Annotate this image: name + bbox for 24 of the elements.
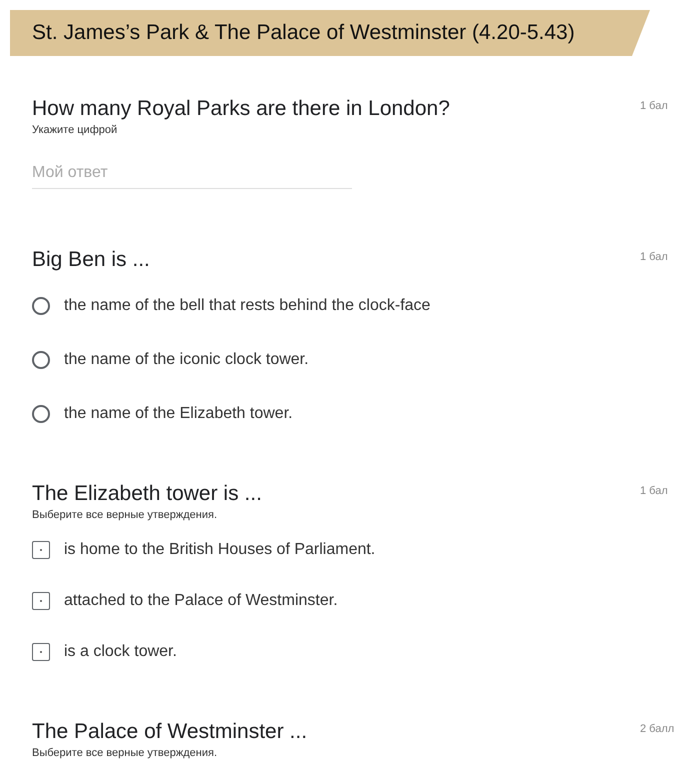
- radio-button[interactable]: [32, 405, 50, 423]
- points-label: 1 бал: [640, 485, 669, 497]
- option-label: is a clock tower.: [64, 643, 177, 661]
- option-label: is home to the British Houses of Parliament.: [64, 541, 376, 559]
- option-label: the name of the iconic clock tower.: [64, 351, 309, 369]
- question-title: The Elizabeth tower is ...: [32, 481, 262, 507]
- section-title: St. James’s Park & The Palace of Westminster (4.20-5.43): [32, 21, 575, 45]
- points-label: 2 балл: [640, 723, 676, 735]
- checkbox[interactable]: [32, 592, 50, 610]
- question-title: The Palace of Westminster ...: [32, 719, 308, 745]
- question-title: Big Ben is ...: [32, 247, 150, 273]
- checkbox[interactable]: [32, 541, 50, 559]
- radio-button[interactable]: [32, 351, 50, 369]
- points-label: 1 бал: [640, 251, 669, 263]
- question-hint: Укажите цифрой: [32, 124, 118, 136]
- radio-button[interactable]: [32, 297, 50, 315]
- points-label: 1 бал: [640, 100, 669, 112]
- option-label: the name of the bell that rests behind the clock-face: [64, 297, 430, 315]
- option-label: attached to the Palace of Westminster.: [64, 592, 338, 610]
- question-hint: Выберите все верные утверждения.: [32, 509, 218, 521]
- option-label: the name of the Elizabeth tower.: [64, 405, 293, 423]
- checkbox[interactable]: [32, 643, 50, 661]
- question-title: How many Royal Parks are there in London?: [32, 96, 450, 122]
- question-hint: Выберите все верные утверждения.: [32, 747, 218, 759]
